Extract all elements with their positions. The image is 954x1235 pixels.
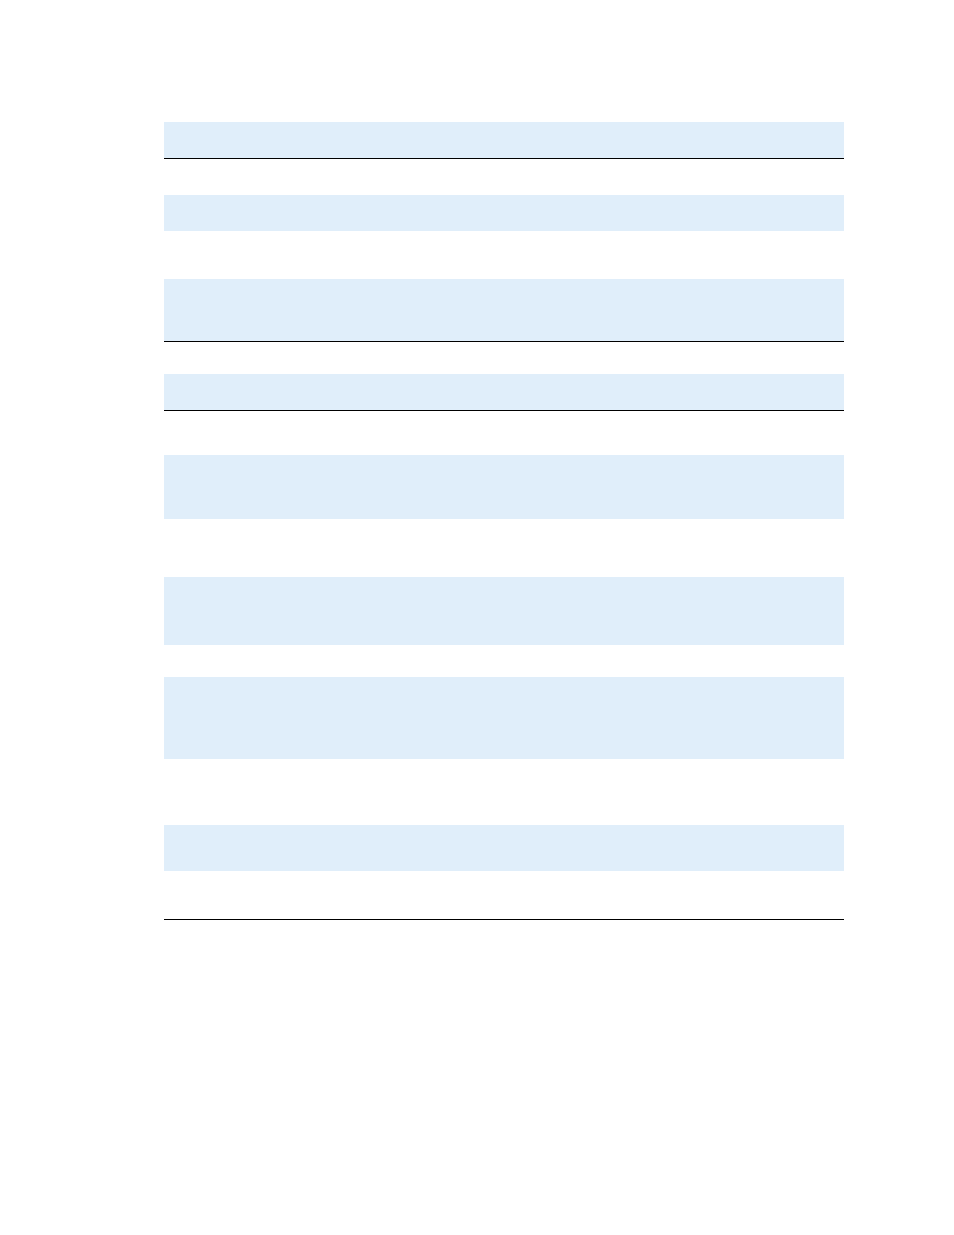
gap xyxy=(164,411,844,455)
gap xyxy=(164,519,844,577)
gap xyxy=(164,231,844,279)
highlight-block-1 xyxy=(164,122,844,158)
highlight-block-7 xyxy=(164,677,844,759)
highlight-block-3 xyxy=(164,279,844,341)
gap xyxy=(164,645,844,677)
horizontal-rule-4 xyxy=(164,919,844,920)
highlight-block-8 xyxy=(164,825,844,871)
highlight-block-6 xyxy=(164,577,844,645)
highlight-block-4 xyxy=(164,374,844,410)
gap xyxy=(164,159,844,195)
highlight-block-5 xyxy=(164,455,844,519)
highlight-block-2 xyxy=(164,195,844,231)
document-content xyxy=(164,122,844,920)
gap xyxy=(164,342,844,374)
gap xyxy=(164,759,844,825)
gap xyxy=(164,871,844,919)
